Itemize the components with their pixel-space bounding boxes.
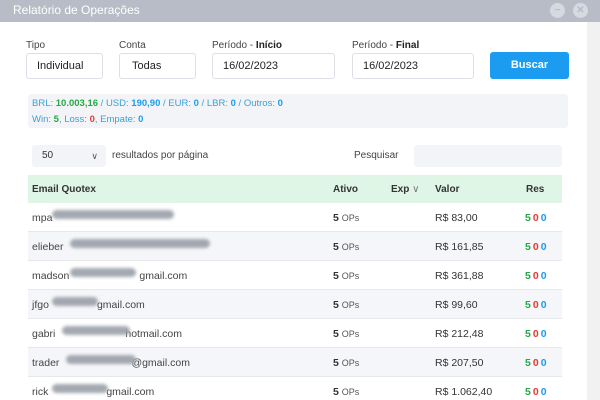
- summary-box: BRL: 10.003,16 / USD: 190,90 / EUR: 0 / …: [28, 94, 568, 128]
- redacted-email: [52, 210, 174, 219]
- per-page-label: resultados por página: [112, 150, 209, 161]
- table-row[interactable]: madson gmail.com 5 OPs R$ 361,88 500: [28, 261, 562, 290]
- redacted-email: [70, 268, 136, 277]
- conta-select[interactable]: Todas: [119, 53, 196, 79]
- periodo-inicio-label: Período - Início: [212, 40, 283, 51]
- ativo-cell: 5 OPs: [333, 299, 360, 311]
- table-row[interactable]: rick gmail.com 5 OPs R$ 1.062,40 500: [28, 377, 562, 400]
- window-title: Relatório de Operações: [13, 3, 140, 17]
- sort-chevron-icon: ∨: [412, 184, 420, 195]
- col-ativo[interactable]: Ativo: [333, 184, 358, 195]
- redacted-email: [62, 326, 130, 335]
- table-row[interactable]: mpa 5 OPs R$ 83,00 500: [28, 203, 562, 232]
- per-page-value: 50: [42, 150, 54, 161]
- col-exp[interactable]: Exp ∨: [391, 184, 419, 195]
- minimize-icon[interactable]: −: [550, 3, 565, 18]
- valor-cell: R$ 207,50: [435, 357, 484, 369]
- conta-label: Conta: [119, 40, 146, 51]
- search-label: Pesquisar: [354, 150, 399, 161]
- col-email[interactable]: Email Quotex: [32, 184, 96, 195]
- valor-cell: R$ 99,60: [435, 299, 478, 311]
- table-header: Email Quotex Ativo Exp ∨ Valor Res: [28, 175, 562, 203]
- redacted-email: [52, 384, 108, 393]
- table-row[interactable]: gabri hotmail.com 5 OPs R$ 212,48 500: [28, 319, 562, 348]
- chevron-down-icon: ∨: [91, 151, 98, 161]
- ativo-cell: 5 OPs: [333, 270, 360, 282]
- result-summary: Win: 5, Loss: 0, Empate: 0: [32, 114, 144, 125]
- table-row[interactable]: trader @gmail.com 5 OPs R$ 207,50 500: [28, 348, 562, 377]
- close-icon[interactable]: ✕: [573, 3, 588, 18]
- redacted-email: [70, 239, 210, 248]
- valor-cell: R$ 212,48: [435, 328, 484, 340]
- valor-cell: R$ 83,00: [435, 212, 478, 224]
- email-cell: elieber: [32, 241, 64, 253]
- res-cell: 500: [525, 357, 549, 369]
- res-cell: 500: [525, 328, 549, 340]
- periodo-inicio-input[interactable]: 16/02/2023: [212, 53, 335, 79]
- ativo-cell: 5 OPs: [333, 357, 360, 369]
- window-titlebar: Relatório de Operações − ✕: [0, 0, 600, 22]
- ativo-cell: 5 OPs: [333, 386, 360, 398]
- periodo-final-input[interactable]: 16/02/2023: [352, 53, 474, 79]
- res-cell: 500: [525, 270, 549, 282]
- valor-cell: R$ 161,85: [435, 241, 484, 253]
- ativo-cell: 5 OPs: [333, 241, 360, 253]
- ativo-cell: 5 OPs: [333, 328, 360, 340]
- tipo-label: Tipo: [26, 40, 46, 51]
- per-page-select[interactable]: 50 ∨: [32, 145, 106, 167]
- table-row[interactable]: jfgo gmail.com 5 OPs R$ 99,60 500: [28, 290, 562, 319]
- search-button[interactable]: Buscar: [490, 52, 569, 79]
- ativo-cell: 5 OPs: [333, 212, 360, 224]
- periodo-final-label: Período - Final: [352, 40, 420, 51]
- table-row[interactable]: elieber 5 OPs R$ 161,85 500: [28, 232, 562, 261]
- redacted-email: [66, 355, 136, 364]
- tipo-select[interactable]: Individual: [26, 53, 103, 79]
- res-cell: 500: [525, 386, 549, 398]
- scrollbar[interactable]: [587, 22, 600, 400]
- currency-summary: BRL: 10.003,16 / USD: 190,90 / EUR: 0 / …: [32, 98, 283, 109]
- valor-cell: R$ 361,88: [435, 270, 484, 282]
- res-cell: 500: [525, 299, 549, 311]
- redacted-email: [52, 297, 98, 306]
- valor-cell: R$ 1.062,40: [435, 386, 493, 398]
- search-input[interactable]: [414, 145, 562, 167]
- res-cell: 500: [525, 241, 549, 253]
- email-cell: mpa: [32, 212, 53, 224]
- col-valor[interactable]: Valor: [435, 184, 459, 195]
- col-res[interactable]: Res: [526, 184, 544, 195]
- res-cell: 500: [525, 212, 549, 224]
